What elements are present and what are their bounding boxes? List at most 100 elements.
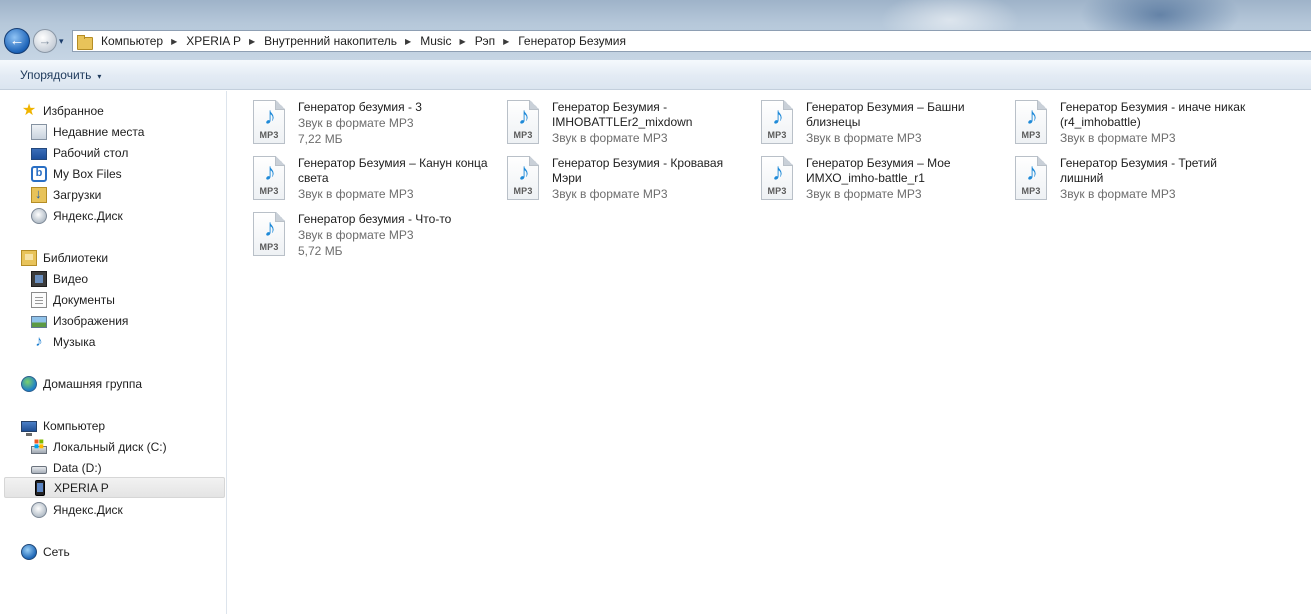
forward-button[interactable]: →	[33, 29, 57, 53]
file-item[interactable]: ♪ MP3 Генератор Безумия - Третий лишний …	[1015, 156, 1265, 208]
sidebar-item-local-disk-c[interactable]: Локальный диск (C:)	[4, 436, 225, 457]
windows-drive-icon	[31, 445, 47, 454]
breadcrumb-separator-icon[interactable]: ▶	[171, 37, 177, 46]
sidebar-item-homegroup[interactable]: Домашняя группа	[4, 373, 225, 394]
phone-icon	[35, 479, 45, 496]
yandex-disk-icon	[31, 501, 47, 518]
star-icon: ★	[21, 101, 37, 119]
file-item[interactable]: ♪ MP3 Генератор Безумия – Мое ИМХО_imho-…	[761, 156, 1011, 208]
file-type: Звук в формате MP3	[552, 187, 668, 201]
file-type-label: MP3	[259, 130, 279, 140]
folder-icon	[77, 34, 93, 50]
sidebar-item-yandex-disk-computer[interactable]: Яндекс.Диск	[4, 499, 225, 520]
breadcrumb-item[interactable]: XPERIA P	[186, 34, 241, 48]
sidebar-item-label: Документы	[53, 292, 115, 307]
computer-icon	[21, 420, 37, 436]
file-type: Звук в формате MP3	[806, 131, 922, 145]
image-icon	[31, 315, 47, 328]
sidebar-item-desktop[interactable]: Рабочий стол	[4, 142, 225, 163]
breadcrumb-separator-icon[interactable]: ▶	[503, 37, 509, 46]
sidebar-item-computer[interactable]: Компьютер	[4, 415, 225, 436]
file-name: Генератор Безумия - Кровавая Мэри	[552, 156, 724, 185]
file-name: Генератор Безумия – Мое ИМХО_imho-battle…	[806, 156, 951, 185]
sidebar-item-label: Рабочий стол	[53, 145, 129, 160]
mp3-file-icon: ♪ MP3	[507, 156, 539, 200]
sidebar-item-xperia-p[interactable]: XPERIA P	[4, 477, 225, 498]
file-item[interactable]: ♪ MP3 Генератор безумия - Что-то Звук в …	[253, 212, 503, 264]
sidebar-item-label: Домашняя группа	[43, 376, 143, 391]
music-note-icon: ♪	[772, 103, 784, 130]
sidebar-item-network[interactable]: Сеть	[4, 541, 225, 562]
organize-button[interactable]: Упорядочить ▾	[20, 68, 101, 82]
file-type: Звук в формате MP3	[298, 187, 414, 201]
file-type-label: MP3	[259, 242, 279, 252]
recent-pages-dropdown[interactable]: ▾	[59, 36, 69, 46]
sidebar-item-label: Музыка	[53, 334, 96, 349]
sidebar-item-my-box-files[interactable]: b My Box Files	[4, 163, 225, 184]
sidebar-item-music[interactable]: ♪ Музыка	[4, 331, 225, 352]
file-type-label: MP3	[259, 186, 279, 196]
file-item[interactable]: ♪ MP3 Генератор Безумия - иначе никак (r…	[1015, 100, 1265, 152]
network-icon	[21, 543, 37, 560]
file-type: Звук в формате MP3	[298, 228, 414, 242]
file-name: Генератор безумия - Что-то	[298, 212, 452, 226]
file-name: Генератор Безумия - IMHOBATTLEr2_mixdown	[552, 100, 693, 129]
box-icon: b	[31, 165, 47, 182]
video-icon	[31, 270, 47, 287]
sidebar-item-favorites[interactable]: ★ Избранное	[4, 100, 225, 121]
sidebar-item-downloads[interactable]: Загрузки	[4, 184, 225, 205]
sidebar-item-recent-places[interactable]: Недавние места	[4, 121, 225, 142]
sidebar-item-label: Сеть	[43, 544, 70, 559]
sidebar-item-video[interactable]: Видео	[4, 268, 225, 289]
breadcrumb-item[interactable]: Music	[420, 34, 451, 48]
sidebar-item-label: Библиотеки	[43, 250, 109, 265]
breadcrumb-item[interactable]: Внутренний накопитель	[264, 34, 397, 48]
file-item[interactable]: ♪ MP3 Генератор Безумия – Канун конца св…	[253, 156, 503, 208]
music-note-icon: ♪	[35, 332, 43, 350]
file-type-label: MP3	[513, 186, 533, 196]
downloads-folder-icon	[31, 186, 47, 203]
breadcrumb[interactable]: Компьютер ▶ XPERIA P ▶ Внутренний накопи…	[72, 30, 1311, 52]
sidebar-item-label: Загрузки	[53, 187, 102, 202]
breadcrumb-separator-icon[interactable]: ▶	[460, 37, 466, 46]
sidebar-item-label: XPERIA P	[54, 480, 109, 495]
music-note-icon: ♪	[518, 103, 530, 130]
breadcrumb-separator-icon[interactable]: ▶	[249, 37, 255, 46]
sidebar-item-label: Яндекс.Диск	[53, 502, 123, 517]
mp3-file-icon: ♪ MP3	[761, 100, 793, 144]
desktop-icon	[31, 147, 47, 160]
sidebar-item-pictures[interactable]: Изображения	[4, 310, 225, 331]
file-item[interactable]: ♪ MP3 Генератор Безумия – Башни близнецы…	[761, 100, 1011, 152]
file-name: Генератор Безумия - иначе никак (r4_imho…	[1060, 100, 1246, 129]
file-type-label: MP3	[1021, 130, 1041, 140]
file-item[interactable]: ♪ MP3 Генератор безумия - 3 Звук в форма…	[253, 100, 503, 152]
recent-places-icon	[31, 123, 47, 140]
organize-label: Упорядочить	[20, 68, 92, 82]
file-type: Звук в формате MP3	[298, 116, 414, 130]
music-note-icon: ♪	[518, 159, 530, 186]
file-type-label: MP3	[1021, 186, 1041, 196]
sidebar-item-documents[interactable]: Документы	[4, 289, 225, 310]
sidebar-item-label: Недавние места	[53, 124, 145, 139]
sidebar-item-label: Яндекс.Диск	[53, 208, 123, 223]
sidebar-item-data-d[interactable]: Data (D:)	[4, 457, 225, 478]
file-size: 5,72 МБ	[298, 244, 343, 258]
back-button[interactable]: ←	[4, 28, 30, 54]
sidebar-item-label: Изображения	[53, 313, 129, 328]
sidebar-item-yandex-disk[interactable]: Яндекс.Диск	[4, 205, 225, 226]
mp3-file-icon: ♪ MP3	[1015, 156, 1047, 200]
sidebar-item-label: Локальный диск (C:)	[53, 439, 167, 454]
file-item[interactable]: ♪ MP3 Генератор Безумия - IMHOBATTLEr2_m…	[507, 100, 757, 152]
breadcrumb-item[interactable]: Компьютер	[101, 34, 163, 48]
libraries-icon	[21, 249, 37, 266]
breadcrumb-item-current[interactable]: Генератор Безумия	[518, 34, 626, 48]
sidebar-item-libraries[interactable]: Библиотеки	[4, 247, 225, 268]
file-item[interactable]: ♪ MP3 Генератор Безумия - Кровавая Мэри …	[507, 156, 757, 208]
breadcrumb-item[interactable]: Рэп	[475, 34, 495, 48]
breadcrumb-separator-icon[interactable]: ▶	[405, 37, 411, 46]
file-list: ♪ MP3 Генератор безумия - 3 Звук в форма…	[228, 91, 1311, 614]
music-note-icon: ♪	[264, 215, 276, 242]
mp3-file-icon: ♪ MP3	[761, 156, 793, 200]
yandex-disk-icon	[31, 207, 47, 224]
sidebar-item-label: Видео	[53, 271, 89, 286]
